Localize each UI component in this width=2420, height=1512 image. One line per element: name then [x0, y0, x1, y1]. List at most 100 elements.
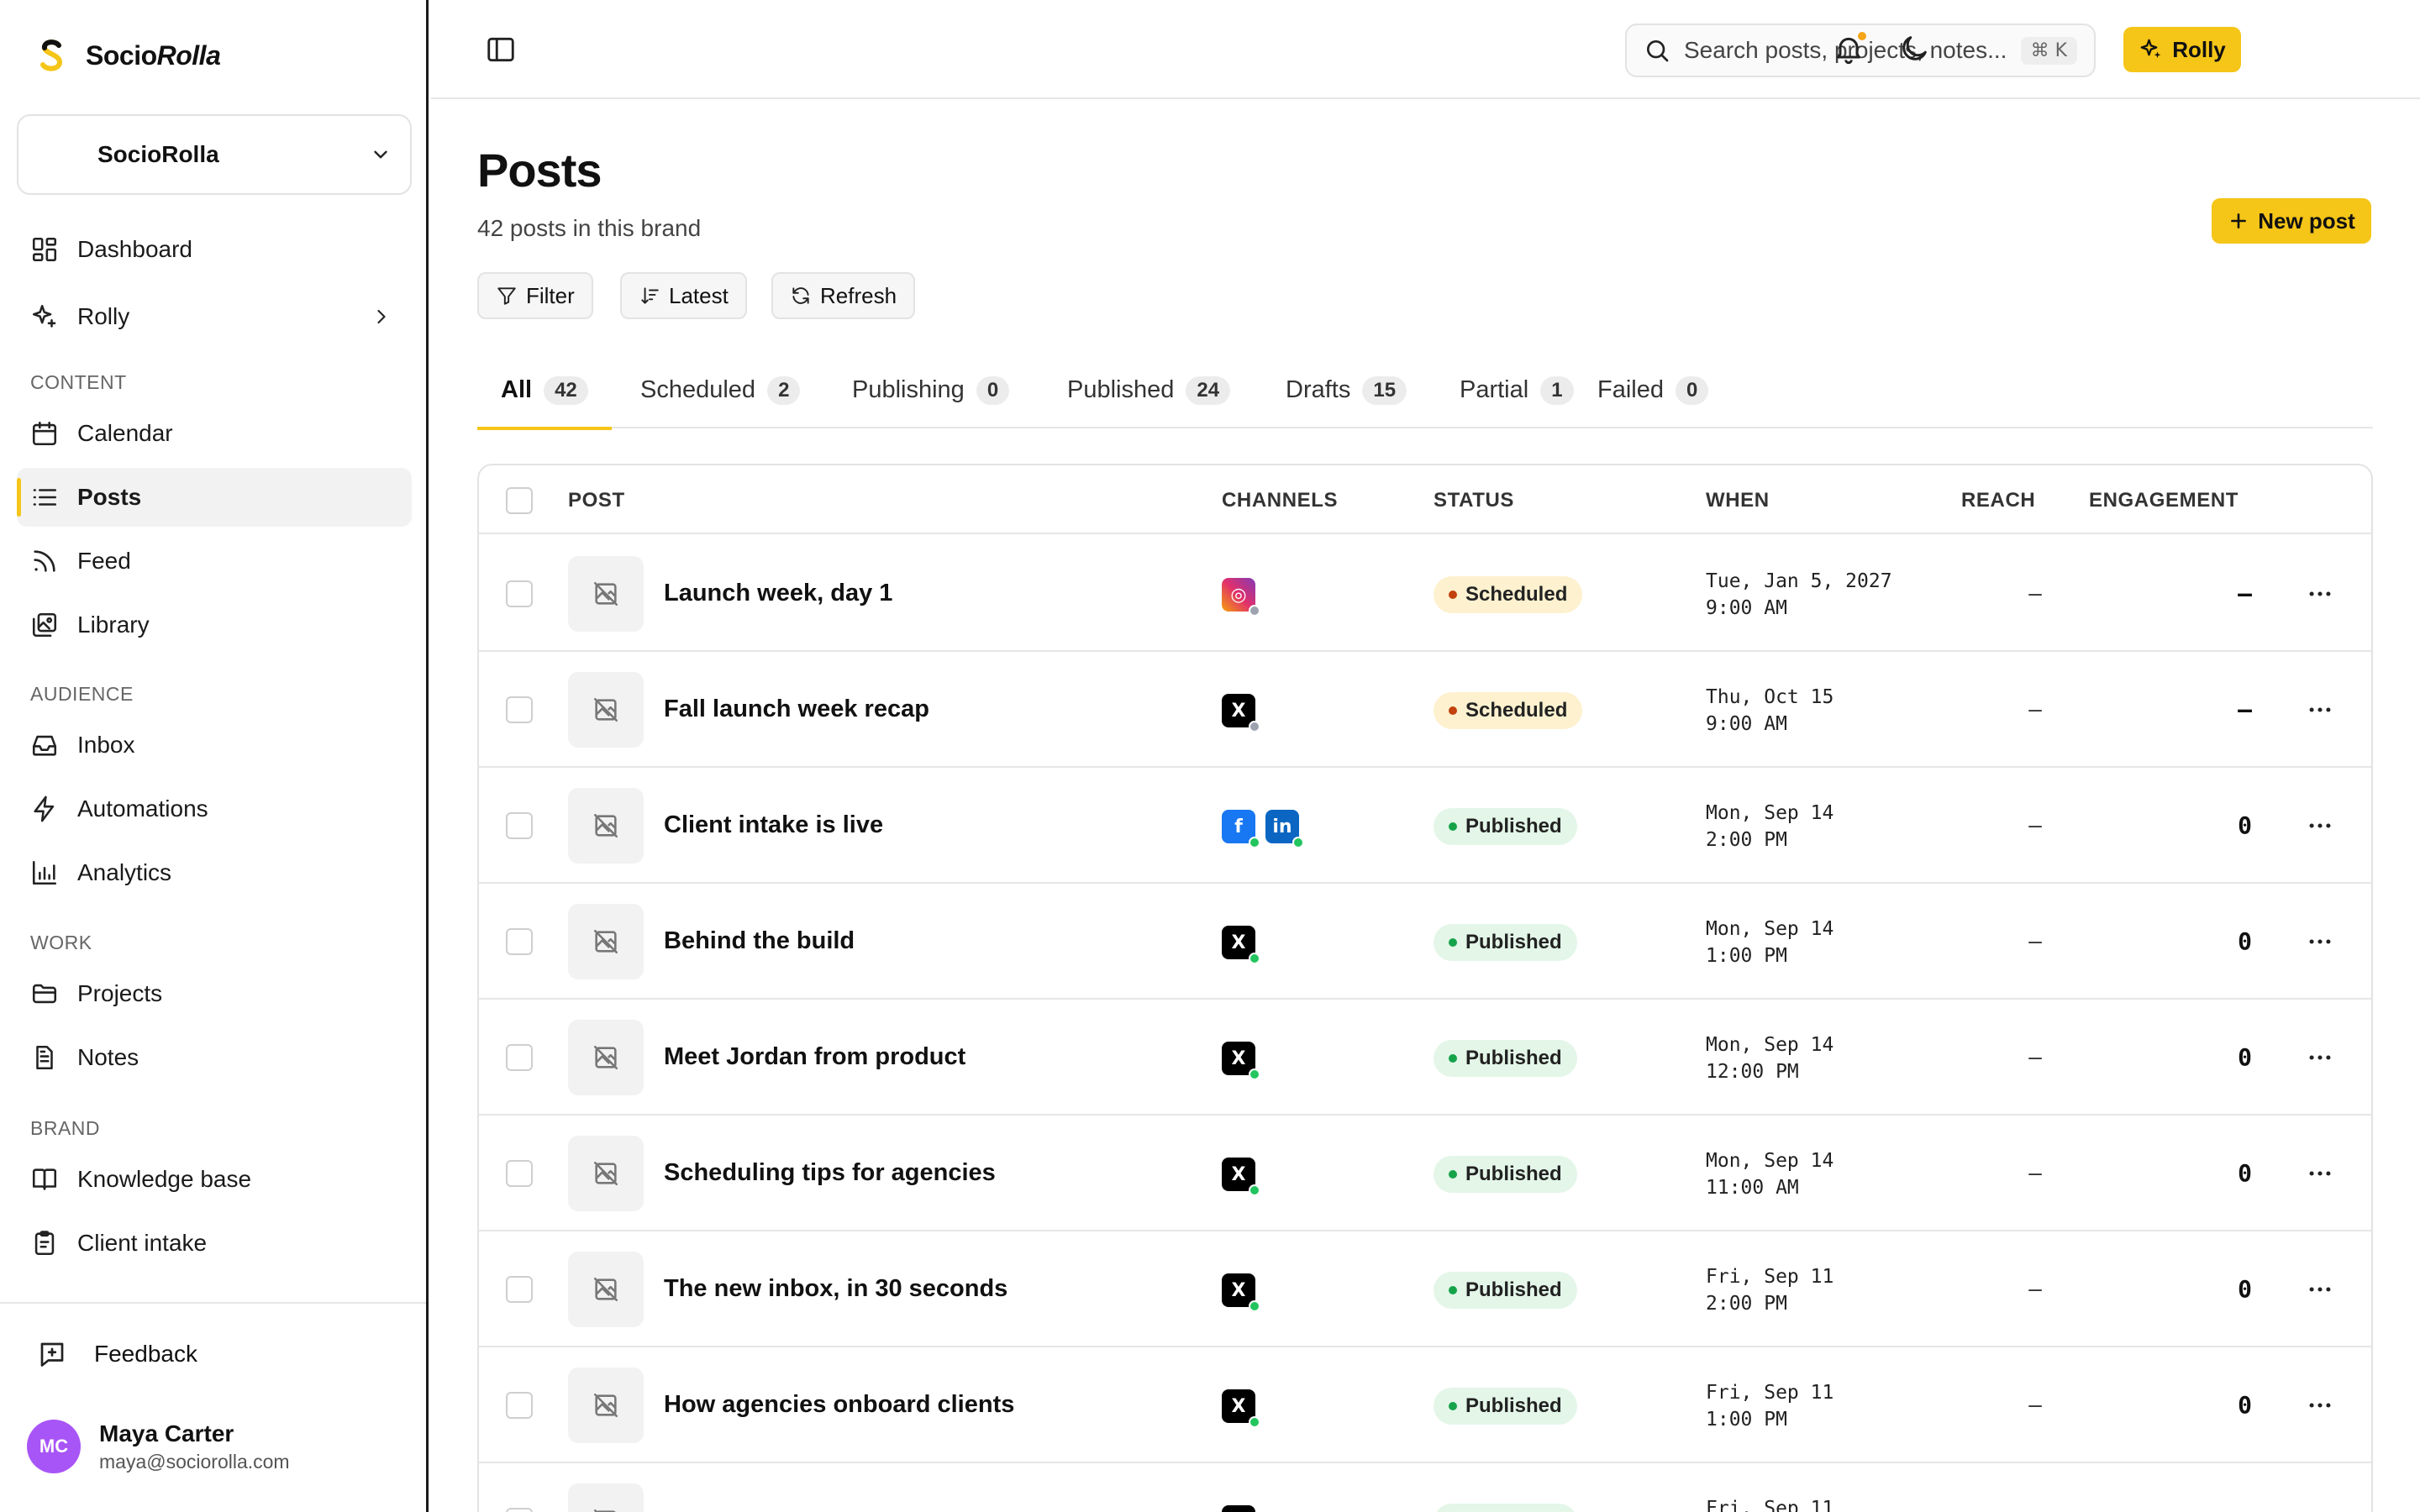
more-horizontal-icon[interactable] — [2306, 1159, 2334, 1188]
table-row[interactable]: X Published Fri, Sep 11 — [479, 1463, 2371, 1512]
post-title[interactable]: Fall launch week recap — [664, 696, 929, 723]
post-engagement: 0 — [2238, 1275, 2252, 1303]
table-row[interactable]: Fall launch week recap X Scheduled Thu, … — [479, 652, 2371, 768]
table-row[interactable]: Client intake is live f in Published Mon,… — [479, 768, 2371, 884]
row-checkbox[interactable] — [506, 1276, 533, 1303]
sidebar-item-notes[interactable]: Notes — [17, 1028, 412, 1087]
row-checkbox[interactable] — [506, 928, 533, 955]
column-post[interactable]: POST — [568, 489, 625, 512]
tab-publishing[interactable]: Publishing 0 — [829, 370, 1033, 428]
sidebar-item-client-intake[interactable]: Client intake — [17, 1214, 412, 1273]
channel-instagram-icon[interactable]: ◎ — [1222, 578, 1260, 617]
more-horizontal-icon[interactable] — [2306, 1391, 2334, 1420]
more-horizontal-icon[interactable] — [2306, 1507, 2334, 1512]
post-title[interactable]: Behind the build — [664, 927, 855, 955]
rolly-button[interactable]: Rolly — [2123, 27, 2241, 72]
sidebar-item-inbox[interactable]: Inbox — [17, 716, 412, 774]
more-horizontal-icon[interactable] — [2306, 927, 2334, 956]
tab-failed[interactable]: Failed 0 — [1574, 370, 1732, 428]
row-checkbox[interactable] — [506, 1044, 533, 1071]
sidebar-item-projects[interactable]: Projects — [17, 964, 412, 1023]
channel-glyph: in — [1272, 816, 1292, 837]
tab-partial[interactable]: Partial 1 — [1436, 370, 1597, 428]
sidebar-item-library[interactable]: Library — [17, 596, 412, 654]
table-row[interactable]: Scheduling tips for agencies X Published… — [479, 1116, 2371, 1231]
status-badge: Published — [1434, 924, 1577, 961]
tab-published[interactable]: Published 24 — [1044, 370, 1254, 428]
more-horizontal-icon[interactable] — [2306, 811, 2334, 840]
tab-drafts[interactable]: Drafts 15 — [1262, 370, 1430, 428]
feedback-button[interactable]: Feedback — [37, 1339, 197, 1369]
post-title[interactable]: Client intake is live — [664, 811, 883, 839]
tab-label: Scheduled — [640, 376, 756, 403]
row-checkbox[interactable] — [506, 1508, 533, 1512]
table-row[interactable]: Launch week, day 1 ◎ Scheduled Tue, Jan … — [479, 536, 2371, 652]
column-when[interactable]: WHEN — [1706, 489, 1770, 512]
channel-x-icon[interactable]: X — [1222, 1505, 1255, 1512]
column-engagement[interactable]: ENGAGEMENT — [2089, 489, 2238, 512]
filter-button[interactable]: Filter — [477, 272, 593, 319]
table-row[interactable]: Behind the build X Published Mon, Sep 14… — [479, 884, 2371, 1000]
select-all-checkbox[interactable] — [506, 487, 533, 514]
post-date: Mon, Sep 14 — [1706, 1034, 1834, 1056]
sidebar-item-rolly[interactable]: Rolly — [17, 287, 412, 346]
channel-linkedin-icon[interactable]: in — [1265, 810, 1304, 848]
channel-x-icon[interactable]: X — [1222, 926, 1260, 964]
tab-count: 0 — [1676, 376, 1709, 405]
new-post-button[interactable]: New post — [2212, 198, 2371, 244]
more-horizontal-icon[interactable] — [2306, 696, 2334, 724]
post-title[interactable]: Scheduling tips for agencies — [664, 1159, 996, 1187]
channel-x-icon[interactable]: X — [1222, 1389, 1260, 1428]
post-reach: – — [2028, 1159, 2042, 1185]
table-row[interactable]: Meet Jordan from product X Published Mon… — [479, 1000, 2371, 1116]
sidebar-item-dashboard[interactable]: Dashboard — [17, 220, 412, 279]
post-title[interactable]: The new inbox, in 30 seconds — [664, 1275, 1007, 1303]
channel-x-icon[interactable]: X — [1222, 694, 1260, 732]
post-thumbnail — [568, 1252, 644, 1327]
tab-label: All — [501, 376, 533, 403]
post-engagement: 0 — [2238, 927, 2252, 955]
column-status[interactable]: STATUS — [1434, 489, 1514, 512]
row-checkbox[interactable] — [506, 1392, 533, 1419]
more-horizontal-icon[interactable] — [2306, 1275, 2334, 1304]
more-horizontal-icon[interactable] — [2306, 580, 2334, 608]
row-checkbox[interactable] — [506, 812, 533, 839]
user-profile[interactable]: MC Maya Carter maya@sociorolla.com — [27, 1420, 290, 1473]
channel-glyph: X — [1231, 1047, 1246, 1069]
brand-selector[interactable]: SocioRolla — [17, 114, 412, 195]
more-horizontal-icon[interactable] — [2306, 1043, 2334, 1072]
row-checkbox[interactable] — [506, 696, 533, 723]
tab-all[interactable]: All 42 — [477, 370, 612, 430]
status-dot — [1449, 1286, 1457, 1294]
moon-icon[interactable] — [1897, 32, 1931, 66]
row-checkbox[interactable] — [506, 1160, 533, 1187]
sort-button[interactable]: Latest — [620, 272, 747, 319]
logo[interactable]: SocioRolla — [34, 37, 221, 74]
channel-facebook-icon[interactable]: f — [1222, 810, 1260, 848]
column-reach[interactable]: REACH — [1961, 489, 2035, 512]
image-off-icon — [593, 581, 618, 606]
tab-scheduled[interactable]: Scheduled 2 — [617, 370, 823, 428]
table-row[interactable]: The new inbox, in 30 seconds X Published… — [479, 1231, 2371, 1347]
channel-x-icon[interactable]: X — [1222, 1042, 1260, 1080]
post-title[interactable]: How agencies onboard clients — [664, 1391, 1014, 1419]
sidebar-item-automations[interactable]: Automations — [17, 780, 412, 838]
channel-x-icon[interactable]: X — [1222, 1273, 1260, 1312]
table-header: POST CHANNELS STATUS WHEN REACH ENGAGEME… — [479, 465, 2371, 534]
channel-x-icon[interactable]: X — [1222, 1158, 1260, 1196]
sidebar-item-posts[interactable]: Posts — [17, 468, 412, 527]
sidebar-toggle-icon[interactable] — [485, 34, 517, 66]
sidebar-item-label: Projects — [77, 980, 163, 1006]
table-row[interactable]: How agencies onboard clients X Published… — [479, 1347, 2371, 1463]
post-title[interactable]: Launch week, day 1 — [664, 580, 892, 607]
sidebar-item-knowledge-base[interactable]: Knowledge base — [17, 1150, 412, 1209]
refresh-button[interactable]: Refresh — [771, 272, 916, 319]
sidebar-item-feed[interactable]: Feed — [17, 532, 412, 591]
sidebar-item-calendar[interactable]: Calendar — [17, 404, 412, 463]
sidebar-item-analytics[interactable]: Analytics — [17, 843, 412, 902]
column-channels[interactable]: CHANNELS — [1222, 489, 1338, 512]
post-date: Fri, Sep 11 — [1706, 1498, 1834, 1512]
row-checkbox[interactable] — [506, 580, 533, 607]
post-title[interactable]: Meet Jordan from product — [664, 1043, 965, 1071]
post-engagement: – — [2238, 696, 2252, 723]
